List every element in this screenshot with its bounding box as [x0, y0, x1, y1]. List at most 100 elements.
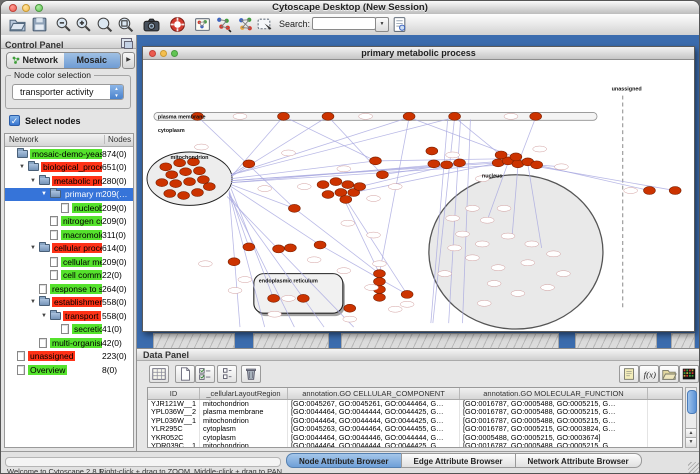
- graph-edge[interactable]: [231, 116, 328, 176]
- tree-row[interactable]: secretion41(0): [5, 323, 133, 337]
- network-view-titlebar[interactable]: primary metabolic process: [143, 47, 694, 60]
- export-snapshot-icon[interactable]: [143, 16, 160, 33]
- graph-node[interactable]: [180, 168, 192, 176]
- tab-scroll-right-icon[interactable]: ▶: [122, 52, 135, 69]
- graph-node[interactable]: [278, 112, 290, 120]
- advanced-search-icon[interactable]: [391, 16, 408, 33]
- graph-node[interactable]: [373, 278, 385, 286]
- tree-row[interactable]: mosaic-demo-yeast874(0): [5, 147, 133, 161]
- graph-node[interactable]: [373, 293, 385, 301]
- table-row[interactable]: YPL036W__1mitochondrion[GO:0044464, GO:0…: [148, 417, 682, 425]
- graph-node[interactable]: [228, 258, 240, 266]
- graph-node[interactable]: [170, 180, 182, 188]
- graph-node[interactable]: [322, 191, 334, 199]
- graph-node[interactable]: [156, 179, 168, 187]
- disclosure-triangle-icon[interactable]: ▼: [29, 178, 37, 184]
- graph-node[interactable]: [426, 147, 438, 155]
- graph-node[interactable]: [370, 157, 382, 165]
- graph-edge[interactable]: [294, 208, 379, 273]
- zoom-out-icon[interactable]: [55, 16, 72, 33]
- disclosure-triangle-icon[interactable]: ▼: [29, 299, 37, 305]
- graph-node[interactable]: [317, 181, 329, 189]
- tree-row[interactable]: ▼metabolic process280(0): [5, 174, 133, 188]
- new-attribute-icon[interactable]: [175, 365, 195, 383]
- graph-edge[interactable]: [409, 117, 528, 162]
- zoom-in-icon[interactable]: [75, 16, 92, 33]
- graph-node[interactable]: [166, 171, 178, 179]
- tree-row[interactable]: nucleobase-209(0): [5, 201, 133, 215]
- table-header-cell[interactable]: _cellularLayoutRegion: [200, 388, 288, 399]
- graph-node[interactable]: [288, 204, 300, 212]
- close-icon[interactable]: [149, 50, 156, 57]
- float-panel-icon[interactable]: [121, 38, 132, 48]
- graph-node[interactable]: [164, 190, 176, 198]
- graph-node[interactable]: [530, 112, 542, 120]
- graph-node[interactable]: [192, 189, 204, 197]
- tree-row[interactable]: ▼biological_process651(0): [5, 161, 133, 175]
- tree-row[interactable]: cell communicat22(0): [5, 269, 133, 283]
- select-nodes-checkbox[interactable]: ✓: [9, 115, 20, 126]
- graph-edge[interactable]: [283, 116, 375, 161]
- graph-node[interactable]: [284, 244, 296, 252]
- graph-node[interactable]: [449, 112, 461, 120]
- delete-attribute-icon[interactable]: [241, 365, 261, 383]
- disclosure-triangle-icon[interactable]: ▼: [29, 245, 37, 251]
- matrix-view-icon[interactable]: [149, 365, 169, 383]
- attribute-browser-tab[interactable]: Edge Attribute Browser: [401, 453, 516, 468]
- graph-node[interactable]: [441, 161, 453, 169]
- graph-node[interactable]: [184, 178, 196, 186]
- tree-row[interactable]: multi-organism pro42(0): [5, 336, 133, 350]
- graph-node[interactable]: [243, 243, 255, 251]
- graph-node[interactable]: [268, 294, 280, 302]
- graph-node[interactable]: [403, 112, 415, 120]
- open-session-icon[interactable]: [9, 16, 26, 33]
- table-header-cell[interactable]: ID: [148, 388, 200, 399]
- graph-node[interactable]: [454, 159, 466, 167]
- nucleus-region[interactable]: [429, 175, 603, 329]
- help-icon[interactable]: [169, 16, 186, 33]
- disclosure-triangle-icon[interactable]: ▼: [40, 191, 48, 197]
- save-session-icon[interactable]: [31, 16, 48, 33]
- graph-node[interactable]: [428, 160, 440, 168]
- graph-node[interactable]: [178, 192, 190, 200]
- attribute-browser-tab[interactable]: Node Attribute Browser: [286, 453, 402, 468]
- graph-node[interactable]: [342, 181, 354, 189]
- heatmap-view-icon[interactable]: [679, 365, 699, 383]
- graph-node[interactable]: [344, 304, 356, 312]
- graph-node[interactable]: [401, 290, 413, 298]
- network-view-window[interactable]: primary metabolic process plasma membran…: [142, 46, 695, 332]
- window-titlebar[interactable]: Cytoscape Desktop (New Session): [1, 1, 699, 15]
- disclosure-triangle-icon[interactable]: ▼: [40, 313, 48, 319]
- tab-mosaic[interactable]: Mosaic: [64, 53, 121, 68]
- graph-node[interactable]: [510, 153, 522, 161]
- tree-row[interactable]: unassigned223(0): [5, 350, 133, 364]
- node-color-dropdown[interactable]: transporter activity ▲▼: [12, 84, 124, 100]
- function-builder-icon[interactable]: f(x): [639, 365, 659, 383]
- zoom-selected-region-icon[interactable]: [117, 16, 134, 33]
- attribute-list-icon[interactable]: [217, 365, 237, 383]
- table-header-cell[interactable]: annotation.GO MOLECULAR_FUNCTION: [460, 388, 648, 399]
- scrollbar-thumb[interactable]: [687, 390, 697, 414]
- tab-network[interactable]: Network: [7, 53, 64, 68]
- zoom-window-icon[interactable]: [171, 50, 178, 57]
- tree-row[interactable]: macromolecule311(0): [5, 228, 133, 242]
- graph-node[interactable]: [322, 112, 334, 120]
- scroll-down-icon[interactable]: ▼: [686, 437, 696, 447]
- network-graph[interactable]: plasma membranecytoplasmmitochondrionnuc…: [143, 60, 694, 331]
- zoom-fit-content-icon[interactable]: [96, 16, 113, 33]
- graph-node[interactable]: [203, 183, 215, 191]
- table-vertical-scrollbar[interactable]: ▲ ▼: [685, 387, 697, 448]
- tree-row[interactable]: ▼establishment of lo558(0): [5, 296, 133, 310]
- graph-node[interactable]: [495, 151, 507, 159]
- tree-row[interactable]: ▼primary metabolic process209(…: [5, 188, 133, 202]
- tree-row[interactable]: cellular metabol209(0): [5, 255, 133, 269]
- table-row[interactable]: YPL036W__2plasma membrane[GO:0044464, GO…: [148, 408, 682, 416]
- graph-node[interactable]: [297, 294, 309, 302]
- search-input[interactable]: [312, 17, 376, 30]
- horizontal-scrollbar[interactable]: [5, 457, 281, 467]
- select-attributes-icon[interactable]: [195, 365, 215, 383]
- graph-node[interactable]: [193, 167, 205, 175]
- graph-node[interactable]: [531, 161, 543, 169]
- attribute-browser-tab[interactable]: Network Attribute Browser: [515, 453, 642, 468]
- select-mode-icon[interactable]: [256, 16, 273, 33]
